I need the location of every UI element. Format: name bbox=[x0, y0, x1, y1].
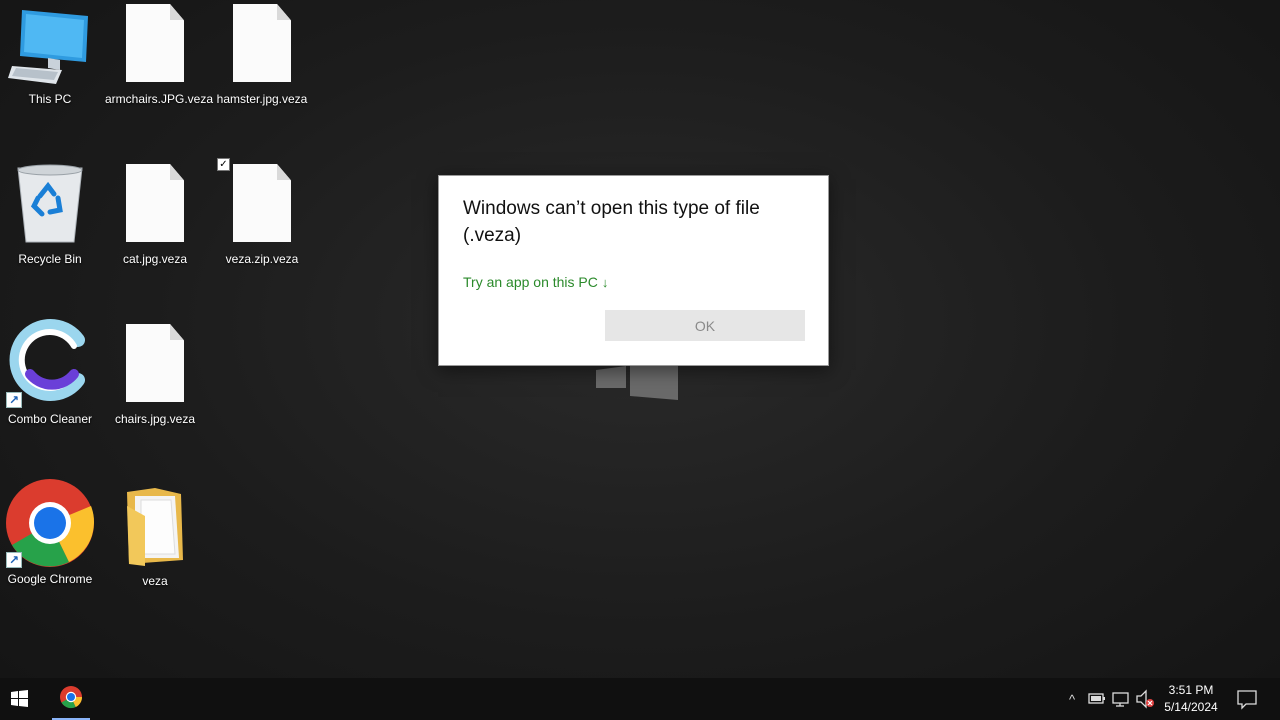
desktop-icon-label: chairs.jpg.veza bbox=[114, 412, 196, 426]
desktop-icon-label: veza.zip.veza bbox=[225, 252, 299, 266]
chrome-icon bbox=[60, 686, 83, 709]
ok-button[interactable]: OK bbox=[605, 310, 805, 341]
desktop-icon-file[interactable]: chairs.jpg.veza bbox=[105, 322, 205, 432]
battery-icon[interactable] bbox=[1086, 678, 1108, 720]
desktop-icon-label: This PC bbox=[28, 92, 72, 106]
dialog-title: Windows can’t open this type of file (.v… bbox=[463, 198, 760, 246]
windows-logo-background bbox=[596, 366, 678, 400]
windows-start-icon[interactable] bbox=[0, 678, 40, 720]
shortcut-arrow-icon: ↗ bbox=[6, 552, 22, 568]
desktop-icon-label: Recycle Bin bbox=[18, 252, 82, 266]
file-icon bbox=[126, 164, 184, 242]
desktop-icon-folder[interactable]: veza bbox=[105, 484, 205, 594]
try-app-link-label: Try an app on this PC bbox=[463, 274, 598, 290]
file-icon bbox=[126, 324, 184, 402]
shortcut-arrow-icon: ↗ bbox=[6, 392, 22, 408]
desktop-icon-label: Google Chrome bbox=[7, 572, 93, 586]
file-icon bbox=[233, 4, 291, 82]
desktop-icon-file[interactable]: hamster.jpg.veza bbox=[212, 2, 312, 112]
volume-muted-icon[interactable] bbox=[1134, 678, 1156, 720]
try-app-link[interactable]: Try an app on this PC ↓ bbox=[463, 274, 608, 290]
notification-icon[interactable] bbox=[1232, 678, 1262, 720]
file-icon bbox=[126, 4, 184, 82]
taskbar-chrome-button[interactable] bbox=[50, 678, 92, 720]
desktop-icon-label: veza bbox=[142, 574, 168, 588]
desktop-icon-recycle-bin[interactable]: Recycle Bin bbox=[0, 162, 100, 272]
network-icon[interactable] bbox=[1110, 678, 1132, 720]
desktop-icon-label: armchairs.JPG.veza bbox=[105, 92, 214, 106]
taskbar: ^ 3:51 PM 5/14/2024 bbox=[0, 678, 1280, 720]
desktop-icon-google-chrome[interactable]: ↗ Google Chrome bbox=[0, 478, 100, 588]
desktop-icon-file[interactable]: armchairs.JPG.veza bbox=[105, 2, 214, 112]
clock-date: 5/14/2024 bbox=[1164, 700, 1218, 714]
desktop-icon-this-pc[interactable]: This PC bbox=[0, 2, 100, 112]
desktop-icon-combo-cleaner[interactable]: ↗ Combo Cleaner bbox=[0, 318, 100, 428]
file-icon bbox=[233, 164, 291, 242]
desktop-icon-label: Combo Cleaner bbox=[7, 412, 93, 426]
desktop-icon-label: cat.jpg.veza bbox=[122, 252, 188, 266]
folder-icon bbox=[127, 488, 183, 566]
this-pc-icon bbox=[8, 10, 88, 84]
clock[interactable]: 3:51 PM 5/14/2024 bbox=[1158, 682, 1224, 716]
show-hidden-icons-chevron[interactable]: ^ bbox=[1062, 678, 1082, 720]
recycle-bin-icon bbox=[17, 164, 83, 243]
desktop-icon-file[interactable]: cat.jpg.veza bbox=[105, 162, 205, 272]
desktop: This PC Recycle Bin ↗ Combo Cleaner ↗ Go… bbox=[0, 0, 1280, 678]
desktop-icon-file[interactable]: ✓ veza.zip.veza bbox=[212, 158, 312, 272]
clock-time: 3:51 PM bbox=[1168, 683, 1214, 697]
combo-cleaner-icon bbox=[9, 319, 85, 401]
selection-checkbox[interactable]: ✓ bbox=[217, 158, 230, 171]
open-with-dialog: Windows can’t open this type of file (.v… bbox=[438, 175, 829, 366]
desktop-icon-label: hamster.jpg.veza bbox=[216, 92, 308, 106]
arrow-down-icon: ↓ bbox=[601, 275, 609, 290]
